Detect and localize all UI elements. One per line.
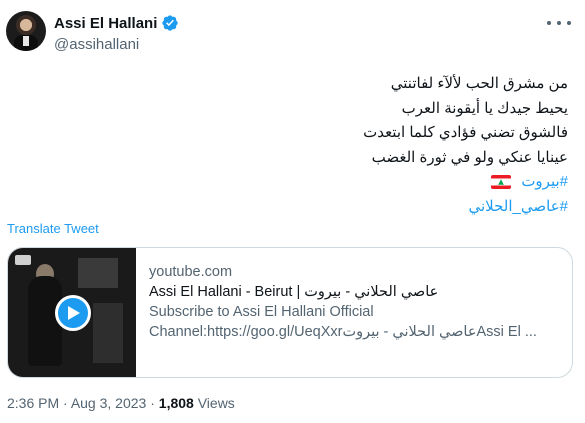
avatar[interactable]	[6, 11, 46, 51]
hashtag-line: #عاصي_الحلاني	[28, 195, 569, 220]
tweet-line: من مشرق الحب لألآء لفاتنتي	[390, 75, 568, 92]
more-dot-icon	[567, 21, 571, 25]
video-thumbnail[interactable]	[8, 248, 136, 377]
tweet-date[interactable]: Aug 3, 2023	[71, 395, 147, 411]
stage-light	[93, 303, 123, 363]
author-row: Assi El Hallani	[54, 14, 179, 32]
tweet-time[interactable]: 2:36 PM	[7, 395, 59, 411]
translate-tweet-link[interactable]: Translate Tweet	[7, 221, 99, 236]
card-domain: youtube.com	[149, 264, 233, 280]
play-triangle-icon	[68, 306, 80, 320]
stage-light	[78, 258, 118, 288]
card-description: Subscribe to Assi El Hallani Official	[149, 304, 374, 320]
tweet-text: من مشرق الحب لألآء لفاتنتي يحيط جيدك يا …	[28, 72, 568, 219]
author-handle[interactable]: @assihallani	[54, 36, 139, 53]
views-label: Views	[193, 395, 235, 411]
card-title: Assi El Hallani - Beirut | عاصي الحلاني …	[149, 284, 439, 300]
more-dot-icon	[557, 21, 561, 25]
more-dot-icon	[547, 21, 551, 25]
more-options-icon[interactable]	[547, 16, 571, 30]
tweet-line: عينايا عنكي ولو في ثورة الغضب	[371, 148, 568, 166]
meta-separator: ·	[146, 395, 159, 411]
tweet-line: فالشوق تضني فؤادي كلما ابتعدت	[363, 124, 568, 141]
verified-badge-icon	[162, 15, 179, 31]
tweet-meta: 2:36 PM · Aug 3, 2023 · 1,808 Views	[7, 395, 235, 411]
lebanon-flag-icon	[491, 175, 512, 190]
hashtag-link[interactable]: #عاصي_الحلاني	[469, 198, 569, 215]
tweet-line: يحيط جيدك يا أيقونة العرب	[401, 99, 568, 117]
hashtag-link[interactable]: #بيروت	[521, 173, 568, 190]
play-icon[interactable]	[55, 295, 91, 331]
hashtag-line: #بيروت	[28, 170, 568, 195]
card-description: Channel:https://goo.gl/UeqXxrعاصي الحلان…	[149, 324, 537, 340]
meta-separator: ·	[59, 395, 71, 411]
views-count: 1,808	[158, 395, 194, 411]
card-body: youtube.com Assi El Hallani - Beirut | ع…	[149, 262, 556, 342]
channel-logo	[15, 255, 31, 265]
avatar-collar	[23, 36, 29, 46]
link-card[interactable]: youtube.com Assi El Hallani - Beirut | ع…	[7, 247, 573, 378]
author-display-name[interactable]: Assi El Hallani	[54, 15, 157, 32]
